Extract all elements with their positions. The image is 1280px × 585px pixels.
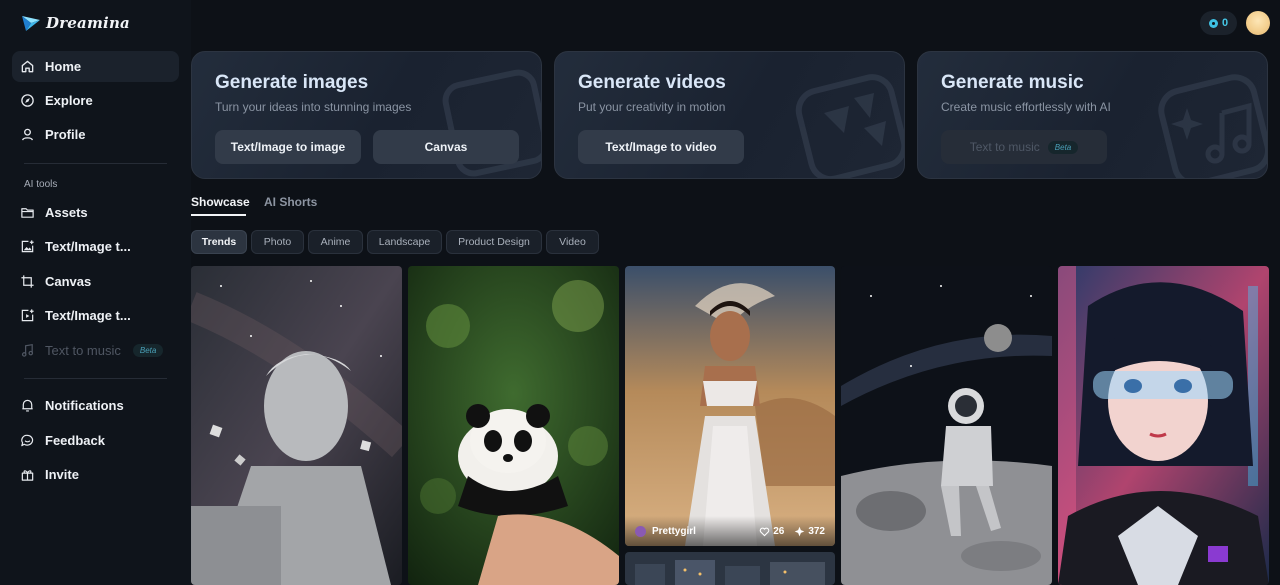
music-note-icon — [20, 343, 35, 358]
sidebar-divider — [24, 163, 167, 164]
filter-landscape[interactable]: Landscape — [367, 230, 442, 254]
tab-ai-shorts[interactable]: AI Shorts — [264, 195, 317, 209]
anime-girl-image — [1058, 266, 1269, 585]
credit-coin-icon — [1208, 18, 1218, 28]
nav-feedback[interactable]: Feedback — [12, 425, 179, 456]
remixes-stat[interactable]: 372 — [794, 526, 825, 537]
heart-icon — [759, 527, 770, 536]
gown-image — [625, 266, 835, 546]
avatar[interactable] — [1246, 11, 1270, 35]
tab-showcase[interactable]: Showcase — [191, 195, 250, 209]
canvas-button[interactable]: Canvas — [373, 130, 519, 164]
video-deco-icon — [795, 74, 904, 178]
filter-product-design[interactable]: Product Design — [446, 230, 542, 254]
home-icon — [20, 59, 35, 74]
card-title: Generate images — [215, 72, 369, 93]
gallery-image-astronaut[interactable] — [841, 266, 1052, 585]
card-generate-music: Generate music Create music effortlessly… — [917, 51, 1268, 179]
nav-home[interactable]: Home — [12, 51, 179, 82]
folder-icon — [20, 205, 35, 220]
card-title: Generate videos — [578, 72, 726, 93]
nav-label: Explore — [45, 93, 93, 108]
gallery-image-city[interactable] — [625, 552, 835, 585]
nav-notifications[interactable]: Notifications — [12, 390, 179, 421]
user-icon — [20, 127, 35, 142]
sparkle-icon — [795, 526, 805, 536]
logo-icon — [22, 16, 40, 31]
logo[interactable]: Dreamina — [20, 10, 130, 36]
panda-image — [408, 266, 619, 585]
nav-profile[interactable]: Profile — [12, 119, 179, 150]
nav-explore[interactable]: Explore — [12, 85, 179, 116]
card-subtitle: Put your creativity in motion — [578, 100, 726, 114]
nav-label: Text/Image t... — [45, 308, 131, 323]
nav-label: Text/Image t... — [45, 239, 131, 254]
likes-stat[interactable]: 26 — [759, 526, 784, 537]
card-generate-videos: Generate videos Put your creativity in m… — [554, 51, 905, 179]
nav-label: Home — [45, 59, 82, 74]
nav-canvas[interactable]: Canvas — [12, 266, 179, 297]
city-image — [625, 552, 835, 585]
filter-trends[interactable]: Trends — [191, 230, 247, 254]
credits-badge[interactable]: 0 — [1200, 11, 1237, 35]
filter-video[interactable]: Video — [546, 230, 599, 254]
text-to-music-button[interactable]: Text to music Beta — [941, 130, 1107, 164]
beta-badge: Beta — [132, 344, 164, 357]
sidebar-divider — [24, 378, 167, 379]
gallery-image-gown[interactable]: Prettygirl 26 372 — [625, 266, 835, 546]
author-avatar — [635, 525, 646, 537]
gallery-image-panda[interactable] — [408, 266, 619, 585]
logo-text: Dreamina — [46, 14, 130, 32]
compass-icon — [20, 93, 35, 108]
author-name[interactable]: Prettygirl — [652, 526, 696, 537]
gallery-image-statue[interactable] — [191, 266, 402, 585]
astronaut-image — [841, 266, 1052, 585]
image-meta-bar: Prettygirl 26 372 — [625, 516, 835, 546]
card-subtitle: Turn your ideas into stunning images — [215, 100, 412, 114]
card-title: Generate music — [941, 72, 1084, 93]
filter-photo[interactable]: Photo — [251, 230, 304, 254]
nav-label: Text to music — [45, 343, 121, 358]
credits-count: 0 — [1221, 17, 1229, 29]
video-edit-icon — [20, 308, 35, 323]
nav-label: Invite — [45, 467, 79, 482]
chat-bubble-icon — [20, 433, 35, 448]
beta-badge: Beta — [1047, 140, 1079, 154]
nav-label: Feedback — [45, 433, 105, 448]
gallery-image-anime-girl[interactable] — [1058, 266, 1269, 585]
nav-label: Notifications — [45, 398, 124, 413]
nav-text-image-to-video[interactable]: Text/Image t... — [12, 300, 179, 331]
text-image-to-video-button[interactable]: Text/Image to video — [578, 130, 744, 164]
card-generate-images: Generate images Turn your ideas into stu… — [191, 51, 542, 179]
bell-icon — [20, 398, 35, 413]
filter-anime[interactable]: Anime — [308, 230, 363, 254]
nav-label: Assets — [45, 205, 88, 220]
sidebar: Dreamina Home Explore Profile AI tools A… — [0, 0, 191, 585]
nav-assets[interactable]: Assets — [12, 197, 179, 228]
crop-icon — [20, 274, 35, 289]
nav-text-image-to-image[interactable]: Text/Image t... — [12, 231, 179, 262]
statue-image — [191, 266, 402, 585]
likes-count: 26 — [773, 525, 785, 537]
nav-invite[interactable]: Invite — [12, 459, 179, 490]
nav-label: Canvas — [45, 274, 92, 289]
section-label-ai-tools: AI tools — [24, 179, 58, 190]
active-tab-indicator — [191, 214, 246, 216]
text-image-to-image-button[interactable]: Text/Image to image — [215, 130, 361, 164]
music-deco-icon — [1158, 74, 1267, 178]
gift-icon — [20, 467, 35, 482]
nav-text-to-music[interactable]: Text to music Beta — [12, 335, 179, 366]
image-edit-icon — [20, 239, 35, 254]
button-label: Text to music — [969, 140, 1040, 154]
nav-label: Profile — [45, 127, 86, 142]
card-subtitle: Create music effortlessly with AI — [941, 100, 1111, 114]
remixes-count: 372 — [808, 525, 825, 537]
